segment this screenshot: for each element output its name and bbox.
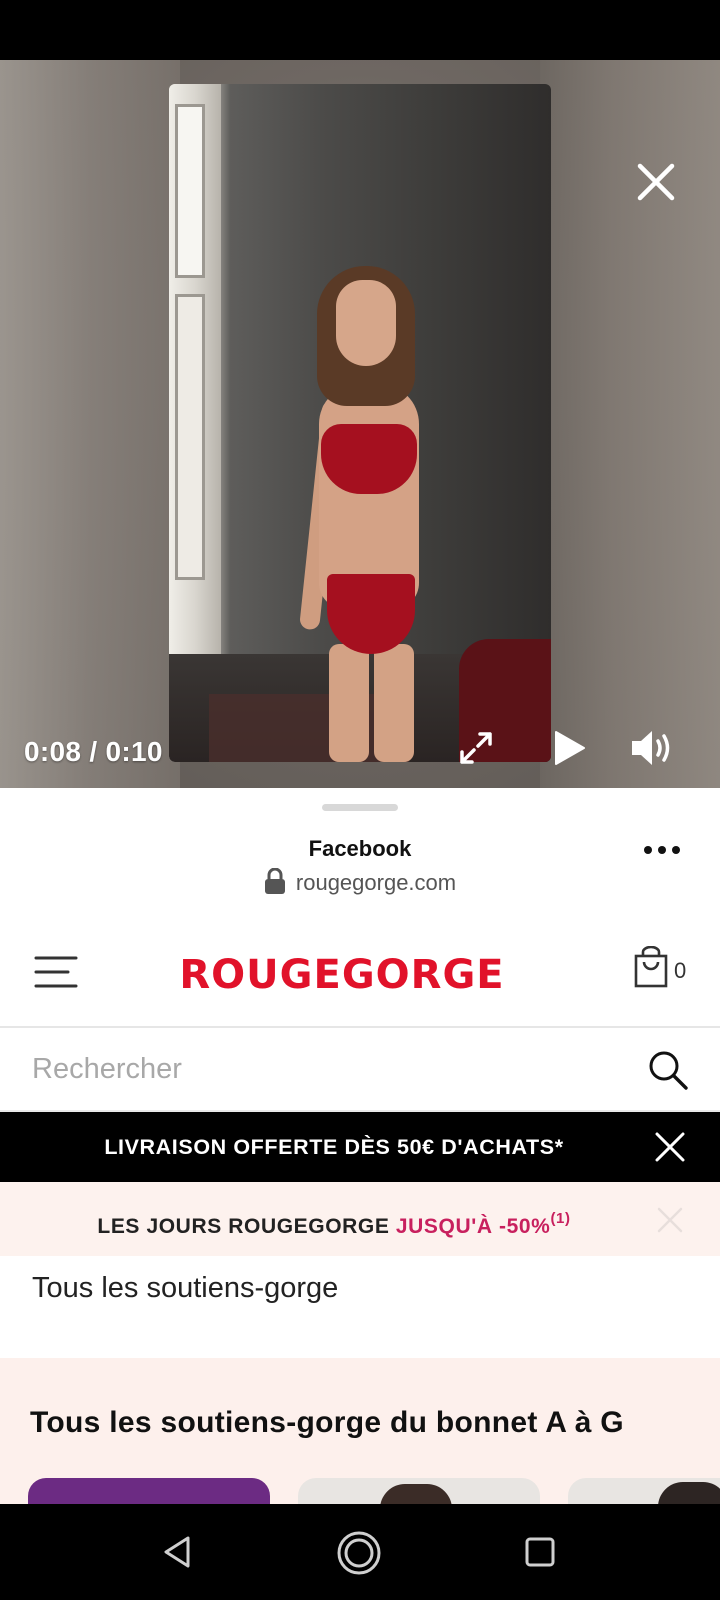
promo-text: LIVRAISON OFFERTE DÈS 50€ D'ACHATS* (104, 1135, 564, 1159)
recents-square-icon (525, 1537, 555, 1567)
sheet-title: Facebook (308, 836, 412, 861)
sale-close-button[interactable] (656, 1206, 684, 1234)
system-nav-bar (0, 1504, 720, 1600)
cart-count: 0 (674, 958, 687, 983)
home-circle-icon (337, 1531, 381, 1575)
close-icon (657, 1207, 683, 1233)
more-icon (644, 846, 680, 854)
sale-highlight: JUSQU'À -50% (395, 1215, 551, 1238)
nav-back-button[interactable] (160, 1534, 196, 1570)
red-bra (321, 424, 417, 494)
promo-banner: LIVRAISON OFFERTE DÈS 50€ D'ACHATS* (0, 1112, 720, 1182)
model-leg (374, 644, 414, 762)
video-frame[interactable] (169, 84, 551, 762)
site-header: ROUGEGORGE 0 (0, 916, 720, 1028)
section-title: Tous les soutiens-gorge du bonnet A à G (30, 1406, 624, 1439)
time-separator: / (89, 736, 98, 767)
expand-icon (460, 732, 492, 764)
red-briefs (327, 574, 415, 654)
video-blur-background-left (0, 60, 180, 788)
model-leg (329, 644, 369, 762)
play-icon (555, 731, 585, 765)
more-options-button[interactable] (642, 838, 686, 862)
model-face (336, 280, 396, 366)
nav-home-button[interactable] (336, 1530, 382, 1576)
back-triangle-icon (164, 1536, 190, 1568)
cart-button[interactable]: 0 (634, 945, 706, 994)
search-input[interactable] (30, 1046, 614, 1092)
play-button[interactable] (548, 728, 588, 768)
site-url: rougegorge.com (295, 870, 457, 895)
video-player[interactable]: 0:08 / 0:10 (0, 60, 720, 788)
fullscreen-button[interactable] (456, 728, 496, 768)
shopping-bag-icon (634, 945, 668, 988)
search-bar (0, 1028, 720, 1114)
volume-icon (632, 731, 670, 765)
sale-text: LES JOURS ROUGEGORGE JUSQU'À -50%(1) (0, 1182, 668, 1264)
brand-logo[interactable]: ROUGEGORGE (0, 952, 684, 998)
nav-recents-button[interactable] (524, 1536, 556, 1568)
status-bar (0, 0, 720, 60)
close-icon (655, 1132, 685, 1162)
search-button[interactable] (646, 1048, 690, 1092)
drag-handle[interactable] (322, 804, 398, 811)
duration: 0:10 (105, 736, 163, 767)
window-pane (175, 294, 205, 580)
category-link[interactable]: Tous les soutiens-gorge (32, 1272, 338, 1305)
volume-button[interactable] (630, 728, 674, 768)
current-time: 0:08 (24, 736, 82, 767)
search-icon (649, 1051, 688, 1090)
url-row: rougegorge.com (0, 868, 720, 896)
promo-close-button[interactable] (654, 1131, 686, 1163)
video-time-display: 0:08 / 0:10 (24, 736, 163, 768)
sale-footnote: (1) (550, 1210, 571, 1227)
browser-sheet-header: Facebook rougegorge.com (0, 788, 720, 917)
window-pane (175, 104, 205, 278)
sale-prefix: LES JOURS ROUGEGORGE (97, 1215, 396, 1238)
close-icon (637, 163, 675, 201)
close-video-button[interactable] (634, 160, 678, 204)
sale-banner: LES JOURS ROUGEGORGE JUSQU'À -50%(1) (0, 1182, 720, 1256)
lock-icon (264, 868, 285, 894)
video-blur-background-right (540, 60, 720, 788)
